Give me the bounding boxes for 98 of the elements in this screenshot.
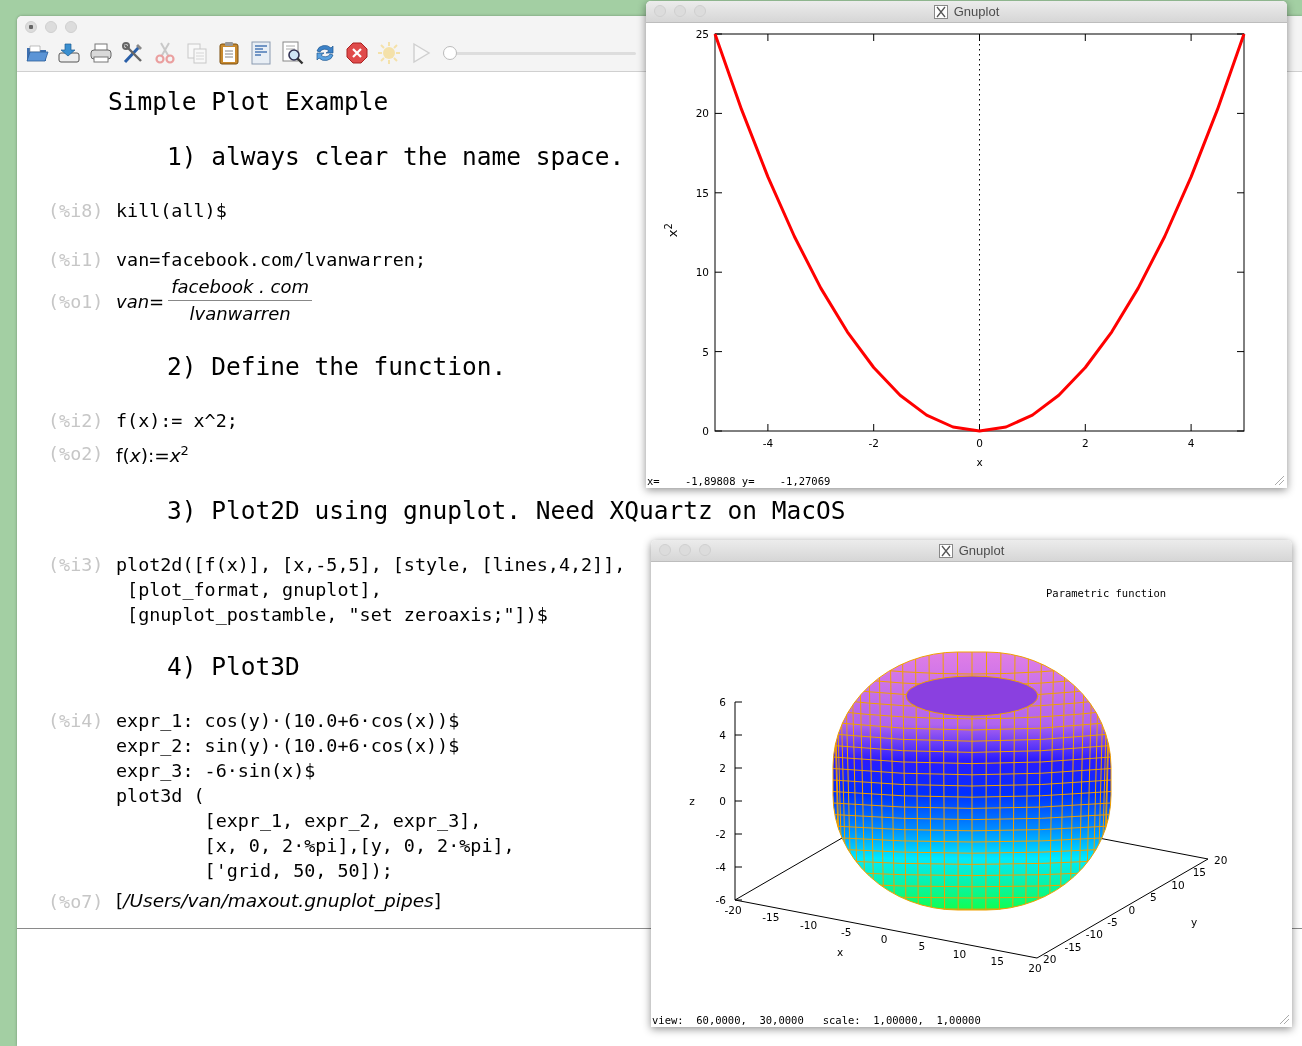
tick-label: 4 bbox=[1187, 437, 1195, 449]
x-logo-icon bbox=[933, 4, 948, 19]
tick-label: 5 bbox=[918, 940, 926, 953]
code-line[interactable]: plot3d ( bbox=[116, 783, 205, 809]
tick-label: 20 bbox=[1043, 953, 1057, 965]
axis-label: x bbox=[976, 456, 983, 468]
window-title: Gnuplot bbox=[958, 543, 1005, 558]
tick-label: -10 bbox=[799, 918, 818, 931]
input-label: (%i2) bbox=[47, 409, 105, 433]
axis-label: z bbox=[689, 795, 695, 807]
tick-label: 20 bbox=[695, 107, 709, 120]
x-logo-icon bbox=[938, 543, 953, 558]
section-heading: 2) Define the function. bbox=[167, 352, 507, 381]
tick-label: -10 bbox=[1085, 928, 1103, 941]
tick-label: 10 bbox=[1171, 878, 1185, 891]
resize-grip-icon[interactable] bbox=[1274, 475, 1285, 486]
wrench-screwdriver-icon[interactable] bbox=[121, 41, 145, 65]
input-label: (%i1) bbox=[47, 248, 105, 272]
tick-label: 15 bbox=[1192, 866, 1206, 879]
tick-label: -20 bbox=[724, 904, 742, 916]
section-heading: 3) Plot2D using gnuplot. Need XQuartz on MacOS bbox=[167, 496, 846, 526]
tick-label: 5 bbox=[1149, 891, 1157, 904]
code-line[interactable]: f(x):= x^2; bbox=[116, 408, 238, 433]
status-text: view: 60,0000, 30,0000 scale: 1,00000, 1,00000 bbox=[651, 1014, 981, 1027]
math-output: [/Users/van/maxout.gnuplot_pipes] bbox=[116, 889, 441, 914]
code-line[interactable]: kill(all)$ bbox=[116, 198, 227, 223]
tick-label: 6 bbox=[719, 696, 726, 708]
tick-mark bbox=[734, 734, 743, 736]
input-label: (%i8) bbox=[47, 199, 105, 223]
document-icon[interactable] bbox=[249, 41, 273, 65]
tick-mark bbox=[734, 767, 743, 769]
clipboard-icon[interactable] bbox=[217, 41, 241, 65]
notebook-title: Simple Plot Example bbox=[108, 87, 389, 116]
math-text: van= bbox=[116, 289, 165, 314]
math-output: f(x):=x$^{2}$ bbox=[116, 442, 189, 469]
tick-label: 0 bbox=[702, 425, 709, 437]
tick-label: -15 bbox=[762, 911, 780, 924]
code-line[interactable]: van=facebook.com/lvanwarren; bbox=[116, 247, 427, 272]
tick-label: -4 bbox=[715, 861, 726, 873]
tick-label: 2 bbox=[719, 762, 726, 774]
document-search-icon[interactable] bbox=[281, 41, 305, 65]
tick-label: -5 bbox=[841, 925, 852, 938]
tick-mark bbox=[734, 866, 743, 868]
tick-label: 20 bbox=[1028, 962, 1042, 974]
tick-label: -5 bbox=[1107, 915, 1118, 928]
status-text: x= -1,89808 y= -1,27069 bbox=[646, 475, 831, 488]
code-line[interactable]: [expr_1, expr_2, expr_3], bbox=[116, 808, 482, 834]
tick-label: 25 bbox=[695, 28, 709, 40]
tick-label: 10 bbox=[695, 266, 709, 279]
code-line[interactable]: expr_2: sin(y)·(10.0+6·cos(x))$ bbox=[116, 733, 460, 759]
tick-label: -2 bbox=[868, 437, 879, 449]
code-line[interactable]: [plot_format, gnuplot], bbox=[116, 577, 382, 603]
printer-icon[interactable] bbox=[89, 41, 113, 65]
tick-label: 0 bbox=[719, 795, 726, 807]
input-label: (%i4) bbox=[47, 709, 105, 734]
tick-label: 15 bbox=[990, 954, 1004, 967]
axis-label: y bbox=[1190, 916, 1198, 928]
tick-label: 4 bbox=[719, 729, 726, 741]
tick-label: 0 bbox=[1128, 903, 1136, 916]
window-control-button[interactable] bbox=[25, 21, 37, 33]
tray-arrow-icon[interactable] bbox=[57, 41, 81, 65]
tick-label: 15 bbox=[695, 186, 709, 199]
tick-mark bbox=[734, 800, 743, 802]
tick-mark bbox=[734, 833, 743, 835]
code-line[interactable]: plot2d([f(x)], [x,-5,5], [style, [lines,4,2]], bbox=[116, 552, 626, 578]
tick-label: 2 bbox=[1081, 437, 1089, 449]
tick-label: 10 bbox=[952, 947, 967, 960]
tick-label: -4 bbox=[762, 437, 774, 449]
code-line[interactable]: [x, 0, 2·%pi],[y, 0, 2·%pi], bbox=[116, 833, 515, 859]
tick-label: 0 bbox=[976, 437, 983, 449]
axis-label: x bbox=[836, 946, 844, 958]
slider-thumb[interactable] bbox=[443, 46, 457, 60]
code-line[interactable]: expr_1: cos(y)·(10.0+6·cos(x))$ bbox=[116, 708, 460, 734]
tick-label: -6 bbox=[715, 894, 726, 906]
code-line[interactable]: expr_3: -6·sin(x)$ bbox=[116, 758, 316, 784]
section-heading: 4) Plot3D bbox=[167, 652, 300, 682]
tick-label: 0 bbox=[880, 933, 888, 945]
tick-label: 5 bbox=[702, 345, 709, 358]
window-title: Gnuplot bbox=[953, 4, 1000, 19]
tick-label: -15 bbox=[1064, 940, 1082, 953]
output-label: (%o2) bbox=[47, 442, 105, 467]
code-line[interactable]: ['grid, 50, 50]); bbox=[116, 858, 393, 884]
tick-mark bbox=[734, 701, 743, 703]
slider[interactable] bbox=[443, 46, 636, 60]
fraction-numerator: facebook . com bbox=[168, 275, 312, 301]
stop-icon[interactable] bbox=[345, 41, 369, 65]
section-heading: 1) always clear the name space. bbox=[167, 142, 625, 171]
output-label: (%o7) bbox=[47, 889, 105, 914]
plot-title: Parametric function bbox=[1046, 587, 1167, 599]
tick-mark bbox=[979, 33, 980, 42]
tick-label: 20 bbox=[1214, 854, 1228, 866]
code-line[interactable]: [gnuplot_postamble, "set zeroaxis;"])$ bbox=[116, 602, 548, 628]
output-label: (%o1) bbox=[47, 289, 105, 314]
input-label: (%i3) bbox=[47, 553, 105, 578]
tick-label: -2 bbox=[715, 828, 726, 840]
fraction-denominator: lvanwarren bbox=[189, 302, 291, 326]
resize-grip-icon[interactable] bbox=[1279, 1014, 1290, 1025]
tick-mark bbox=[979, 423, 980, 432]
